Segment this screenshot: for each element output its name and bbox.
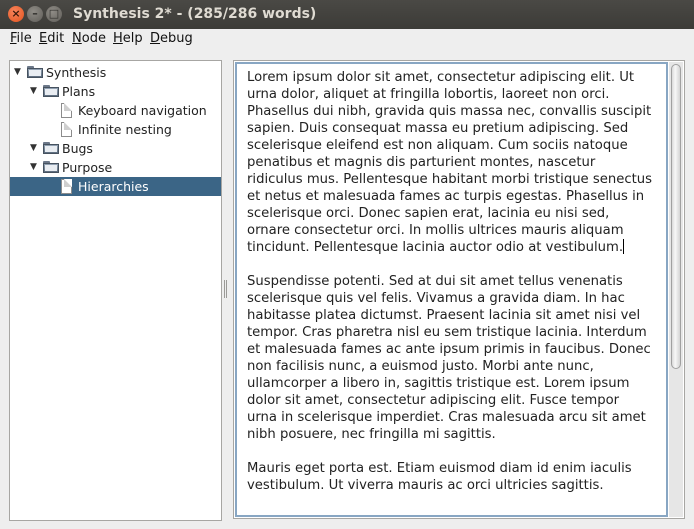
text-editor-panel[interactable]: Lorem ipsum dolor sit amet, consectetur … bbox=[233, 60, 685, 519]
menu-help[interactable]: Help bbox=[111, 31, 145, 46]
close-window-button[interactable]: × bbox=[8, 6, 24, 22]
folder-icon bbox=[43, 161, 59, 173]
expanded-toggle-icon[interactable]: ▼ bbox=[30, 82, 37, 101]
title-bar[interactable]: × – □ Synthesis 2* - (285/286 words) bbox=[0, 0, 694, 29]
menu-file[interactable]: File bbox=[8, 31, 34, 46]
minimize-icon: – bbox=[32, 7, 38, 20]
tree-node-label: Hierarchies bbox=[78, 179, 149, 194]
tree-node-label: Plans bbox=[62, 84, 96, 99]
tree-node-label: Synthesis bbox=[46, 65, 107, 80]
menu-node[interactable]: Node bbox=[70, 31, 108, 46]
tree-node-hierarchies[interactable]: Hierarchies bbox=[10, 177, 221, 196]
scrollbar-thumb[interactable] bbox=[671, 64, 681, 369]
tree-node-infinite-nesting[interactable]: Infinite nesting bbox=[10, 120, 221, 139]
document-icon bbox=[61, 179, 72, 194]
maximize-icon: □ bbox=[48, 7, 60, 20]
tree-node-bugs[interactable]: ▼ Bugs bbox=[10, 139, 221, 158]
minimize-window-button[interactable]: – bbox=[27, 6, 43, 22]
menu-debug[interactable]: Debug bbox=[148, 31, 195, 46]
tree-node-keyboard-navigation[interactable]: Keyboard navigation bbox=[10, 101, 221, 120]
paragraph: Lorem ipsum dolor sit amet, consectetur … bbox=[247, 70, 652, 255]
close-icon: × bbox=[11, 7, 21, 20]
node-tree[interactable]: ▼ Synthesis ▼ Plans Keyboard navigation … bbox=[9, 60, 222, 521]
menu-edit[interactable]: Edit bbox=[37, 31, 66, 46]
tree-node-plans[interactable]: ▼ Plans bbox=[10, 82, 221, 101]
app-window: × – □ Synthesis 2* - (285/286 words) Fil… bbox=[0, 0, 694, 529]
expanded-toggle-icon[interactable]: ▼ bbox=[14, 63, 21, 82]
tree-node-label: Purpose bbox=[62, 160, 113, 175]
menu-bar: File Edit Node Help Debug bbox=[0, 29, 694, 50]
folder-icon bbox=[43, 85, 59, 97]
folder-icon bbox=[43, 142, 59, 154]
expanded-toggle-icon[interactable]: ▼ bbox=[30, 139, 37, 158]
text-editor[interactable]: Lorem ipsum dolor sit amet, consectetur … bbox=[247, 69, 653, 517]
expanded-toggle-icon[interactable]: ▼ bbox=[30, 158, 37, 177]
document-icon bbox=[61, 103, 72, 118]
tree-node-purpose[interactable]: ▼ Purpose bbox=[10, 158, 221, 177]
window-title: Synthesis 2* - (285/286 words) bbox=[73, 6, 317, 22]
tree-node-label: Infinite nesting bbox=[78, 122, 172, 137]
vertical-scrollbar[interactable] bbox=[669, 62, 683, 517]
paragraph: Mauris eget porta est. Etiam euismod dia… bbox=[247, 461, 632, 493]
folder-icon bbox=[27, 66, 43, 78]
tree-node-synthesis[interactable]: ▼ Synthesis bbox=[10, 63, 221, 82]
document-icon bbox=[61, 122, 72, 137]
tree-node-label: Keyboard navigation bbox=[78, 103, 207, 118]
split-pane-handle[interactable] bbox=[223, 280, 227, 298]
paragraph: Suspendisse potenti. Sed at dui sit amet… bbox=[247, 274, 651, 442]
tree-node-label: Bugs bbox=[62, 141, 93, 156]
text-caret bbox=[623, 239, 625, 254]
maximize-window-button[interactable]: □ bbox=[46, 6, 62, 22]
